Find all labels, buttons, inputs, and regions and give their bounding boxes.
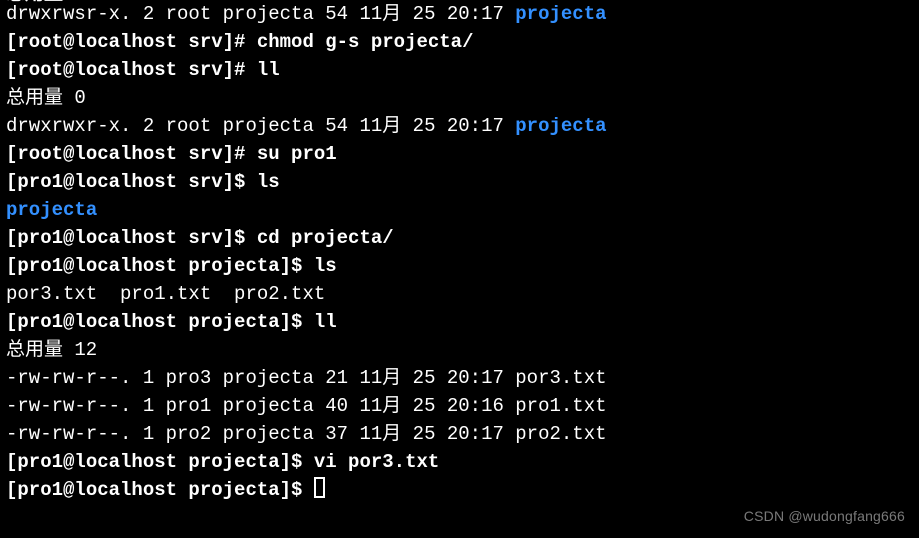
terminal-line: projecta <box>6 196 913 224</box>
terminal-text: drwxrwxr-x. 2 root projecta 54 11月 25 20… <box>6 115 515 137</box>
terminal-line: -rw-rw-r--. 1 pro2 projecta 37 11月 25 20… <box>6 420 913 448</box>
terminal-line: [pro1@localhost projecta]$ ls <box>6 252 913 280</box>
terminal-line: [root@localhost srv]# su pro1 <box>6 140 913 168</box>
terminal-text: -rw-rw-r--. 1 pro3 projecta 21 11月 25 20… <box>6 367 607 389</box>
terminal-text: -rw-rw-r--. 1 pro1 projecta 40 11月 25 20… <box>6 395 607 417</box>
terminal-text: [root@localhost srv]# ll <box>6 59 280 81</box>
terminal-line: [pro1@localhost projecta]$ vi por3.txt <box>6 448 913 476</box>
terminal-text: por3.txt pro1.txt pro2.txt <box>6 283 325 305</box>
terminal-line: [pro1@localhost srv]$ cd projecta/ <box>6 224 913 252</box>
terminal-text: [pro1@localhost projecta]$ ls <box>6 255 337 277</box>
terminal-line: [pro1@localhost srv]$ ls <box>6 168 913 196</box>
terminal-text: projecta <box>515 115 606 137</box>
terminal-line: drwxrwsr-x. 2 root projecta 54 11月 25 20… <box>6 0 913 28</box>
terminal-text: [pro1@localhost projecta]$ vi por3.txt <box>6 451 439 473</box>
terminal-line: [root@localhost srv]# ll <box>6 56 913 84</box>
terminal-text: [pro1@localhost projecta]$ ll <box>6 311 337 333</box>
terminal-line: [root@localhost srv]# chmod g-s projecta… <box>6 28 913 56</box>
cursor <box>314 477 325 498</box>
terminal-text: projecta <box>515 3 606 25</box>
terminal-text: 总用量 12 <box>6 339 97 361</box>
terminal-line: 总用量 0 <box>6 84 913 112</box>
terminal-text: -rw-rw-r--. 1 pro2 projecta 37 11月 25 20… <box>6 423 607 445</box>
terminal-text: [root@localhost srv]# chmod g-s projecta… <box>6 31 473 53</box>
terminal-line: -rw-rw-r--. 1 pro3 projecta 21 11月 25 20… <box>6 364 913 392</box>
terminal-text: [root@localhost srv]# su pro1 <box>6 143 337 165</box>
partial-top-line: 总用量 0 <box>6 0 86 8</box>
terminal-line: 总用量 12 <box>6 336 913 364</box>
terminal-text: [pro1@localhost srv]$ ls <box>6 171 280 193</box>
watermark: CSDN @wudongfang666 <box>744 502 905 530</box>
terminal-line: drwxrwxr-x. 2 root projecta 54 11月 25 20… <box>6 112 913 140</box>
terminal-line: [pro1@localhost projecta]$ <box>6 476 913 504</box>
terminal-line: [pro1@localhost projecta]$ ll <box>6 308 913 336</box>
terminal-text: [pro1@localhost srv]$ cd projecta/ <box>6 227 394 249</box>
terminal-line: -rw-rw-r--. 1 pro1 projecta 40 11月 25 20… <box>6 392 913 420</box>
terminal-line: por3.txt pro1.txt pro2.txt <box>6 280 913 308</box>
terminal-text: 总用量 0 <box>6 87 86 109</box>
terminal-text: projecta <box>6 199 97 221</box>
terminal-text: [pro1@localhost projecta]$ <box>6 479 314 501</box>
terminal-output[interactable]: drwxrwsr-x. 2 root projecta 54 11月 25 20… <box>0 0 919 504</box>
